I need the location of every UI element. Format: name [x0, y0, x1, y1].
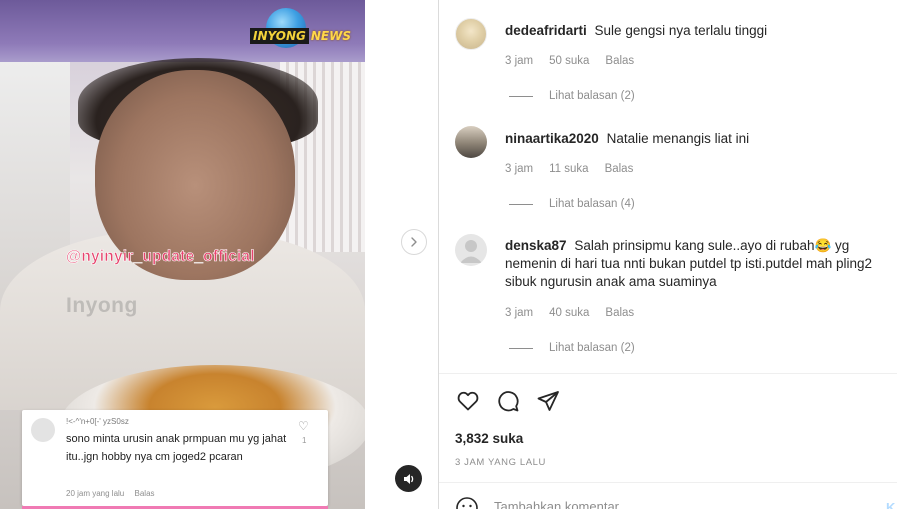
comment-time[interactable]: 3 jam [505, 307, 533, 319]
video-watermark: Inyong [66, 294, 138, 317]
embedded-comment-likes: 1 [302, 436, 307, 445]
embedded-comment-text: sono minta urusin anak prmpuan mu yg jah… [66, 433, 287, 463]
embedded-comment-time: 20 jam yang lalu [66, 489, 125, 498]
replies-line [509, 203, 533, 205]
actions-divider [439, 373, 897, 374]
avatar[interactable] [455, 18, 487, 50]
default-avatar-icon [460, 240, 482, 263]
emoji-icon [456, 497, 478, 509]
post-video[interactable]: INYONG NEWS @nyinyir_update_official Iny… [0, 0, 365, 509]
view-replies-label: Lihat balasan (2) [549, 342, 635, 354]
share-icon [537, 391, 559, 411]
comment-text: Sule gengsi nya terlalu tinggi [594, 23, 768, 38]
speaker-icon [403, 473, 413, 484]
comment-username[interactable]: ninaartika2020 [505, 131, 599, 146]
emoji-button[interactable] [455, 496, 479, 509]
logo-text-inyong: INYONG [250, 28, 309, 44]
view-replies-button[interactable]: Lihat balasan (2) [509, 342, 635, 354]
avatar[interactable] [455, 234, 487, 266]
panel-divider [438, 0, 439, 509]
avatar[interactable] [455, 126, 487, 158]
like-button[interactable] [455, 388, 481, 414]
post-action-bar [455, 388, 561, 414]
replies-line [509, 347, 533, 349]
comment-body: dedeafridarti Sule gengsi nya terlalu ti… [505, 22, 895, 40]
comment-meta: 3 jam 50 suka Balas [505, 55, 634, 67]
heart-icon [457, 391, 479, 411]
comment-username[interactable]: dedeafridarti [505, 23, 587, 38]
comment-likes[interactable]: 50 suka [549, 55, 589, 67]
embedded-comment-reply: Balas [134, 489, 155, 498]
next-media-button[interactable] [401, 229, 427, 255]
comment-time[interactable]: 3 jam [505, 55, 533, 67]
inyong-news-logo: INYONG NEWS [244, 8, 357, 48]
comment-username[interactable]: denska87 [505, 238, 567, 253]
view-replies-label: Lihat balasan (2) [549, 90, 635, 102]
post-likes-count[interactable]: 3,832 suka [455, 431, 523, 446]
add-comment-divider [439, 482, 897, 483]
embedded-comment-card: !<-^'n+0[-' yzS0sz sono minta urusin ana… [22, 410, 328, 509]
post-timestamp: 3 JAM YANG LALU [455, 457, 547, 468]
share-button[interactable] [535, 388, 561, 414]
comment-reply-button[interactable]: Balas [605, 163, 634, 175]
logo-text-news: NEWS [310, 29, 351, 43]
mute-toggle-button[interactable] [395, 465, 422, 492]
comment-body: ninaartika2020 Natalie menangis liat ini [505, 130, 895, 148]
comment-icon [498, 391, 519, 412]
video-handle-overlay: @nyinyir_update_official [66, 248, 255, 266]
chevron-right-icon [411, 237, 417, 247]
view-replies-button[interactable]: Lihat balasan (2) [509, 90, 635, 102]
comment-button[interactable] [495, 388, 521, 414]
view-replies-label: Lihat balasan (4) [549, 198, 635, 210]
embedded-comment-meta: 20 jam yang lalu Balas [66, 489, 155, 498]
comment-reply-button[interactable]: Balas [605, 307, 634, 319]
comment-meta: 3 jam 11 suka Balas [505, 163, 633, 175]
comment-body: denska87 Salah prinsipmu kang sule..ayo … [505, 237, 895, 291]
embedded-comment-avatar [31, 418, 55, 442]
comment-text: Natalie menangis liat ini [606, 131, 750, 146]
post-comment-button[interactable]: K [886, 500, 895, 509]
heart-outline-icon: ♡ [298, 419, 309, 433]
add-comment-input[interactable] [494, 499, 854, 509]
comment-likes[interactable]: 11 suka [549, 163, 588, 175]
comment-meta: 3 jam 40 suka Balas [505, 307, 634, 319]
comment-likes[interactable]: 40 suka [549, 307, 589, 319]
embedded-comment-user: !<-^'n+0[-' yzS0sz [66, 417, 129, 426]
view-replies-button[interactable]: Lihat balasan (4) [509, 198, 635, 210]
replies-line [509, 95, 533, 97]
comment-time[interactable]: 3 jam [505, 163, 533, 175]
comment-reply-button[interactable]: Balas [605, 55, 634, 67]
